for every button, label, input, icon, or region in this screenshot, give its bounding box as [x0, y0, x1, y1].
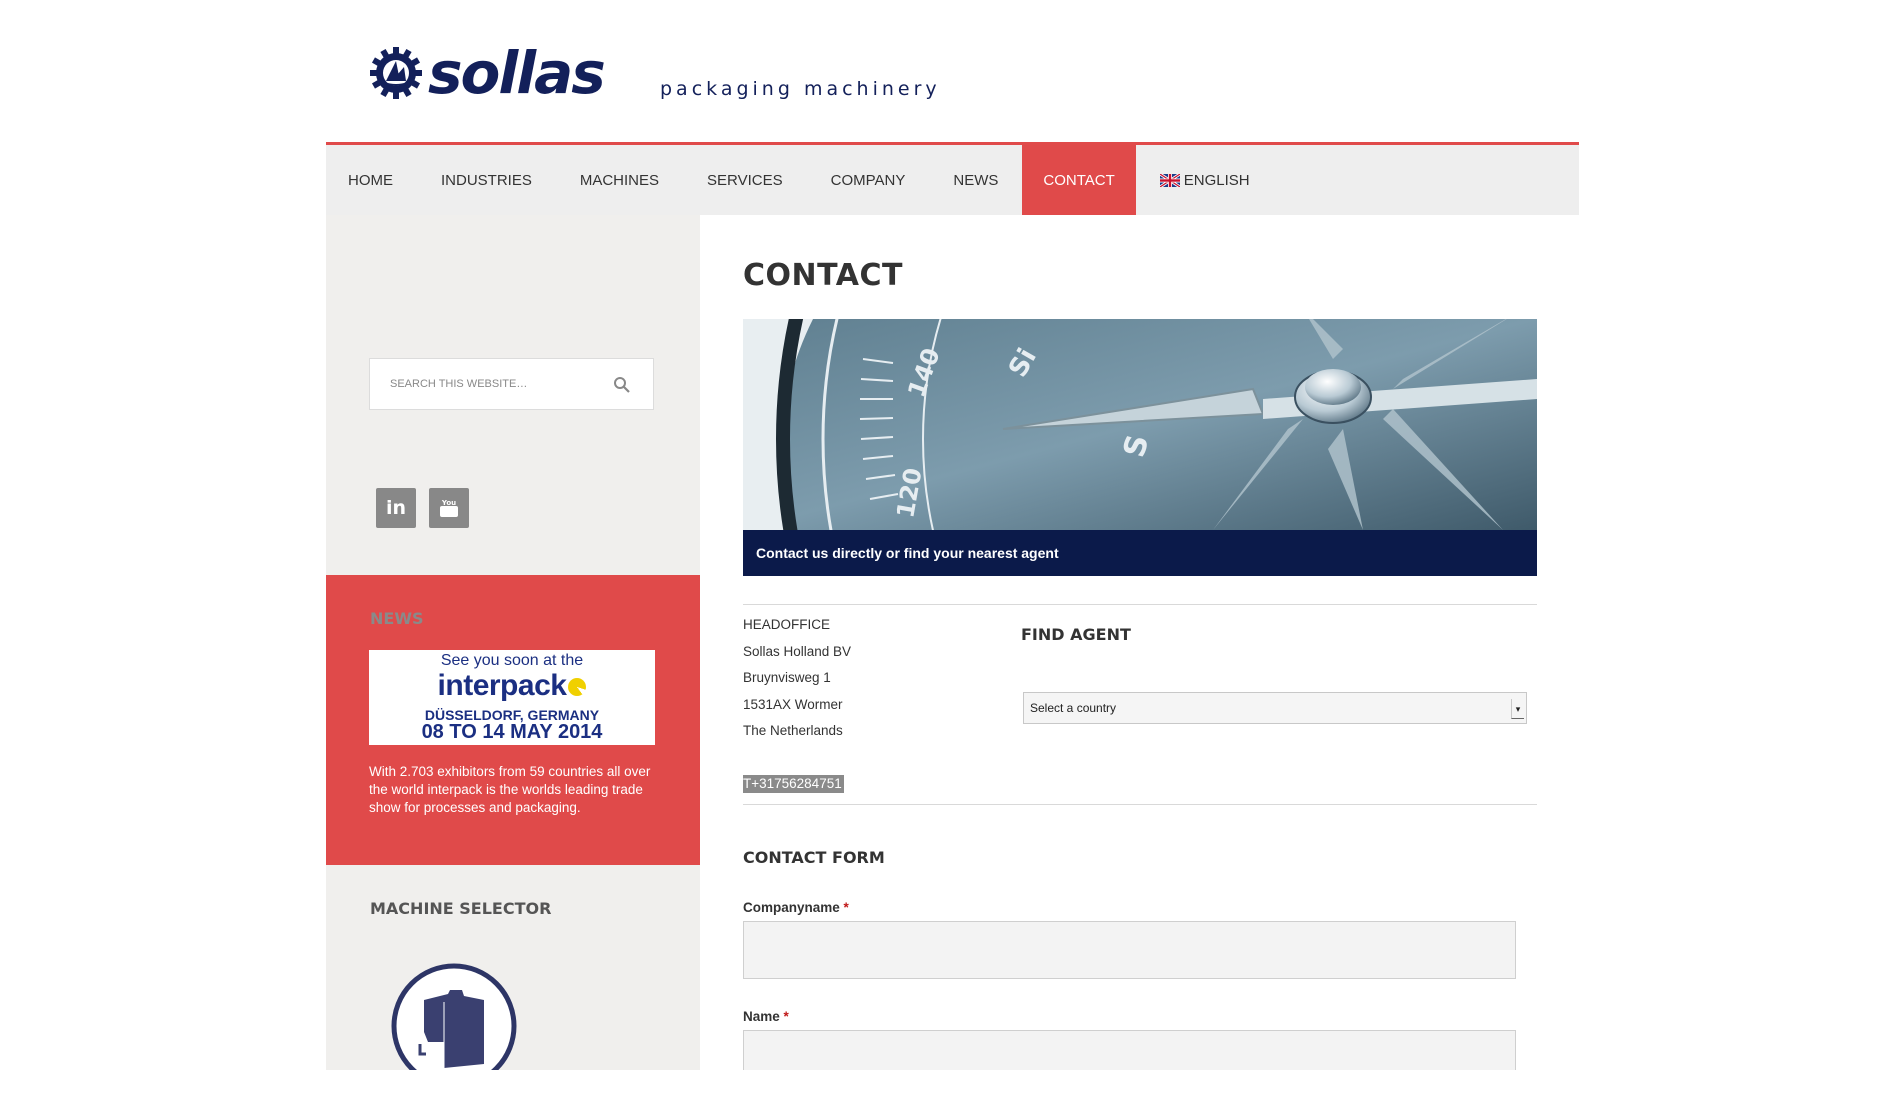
interpack-banner[interactable]: See you soon at the interpack DÜSSELDORF… — [369, 650, 655, 745]
contact-form-title: CONTACT FORM — [743, 848, 885, 867]
address-line: 1531AX Wormer — [743, 696, 843, 712]
companyname-field[interactable] — [743, 921, 1516, 979]
nav-item-contact[interactable]: CONTACT — [1022, 145, 1136, 215]
address-line: Bruynvisweg 1 — [743, 670, 831, 685]
news-title: NEWS — [370, 609, 424, 628]
address-line: Sollas Holland BV — [743, 643, 852, 659]
nav-item-language[interactable]: ENGLISH — [1136, 145, 1274, 215]
search-icon[interactable] — [613, 376, 631, 394]
machine-selector-title: MACHINE SELECTOR — [370, 899, 552, 918]
youtube-icon: You — [440, 499, 458, 517]
nav-item-industries[interactable]: INDUSTRIES — [417, 145, 556, 215]
divider — [743, 604, 1537, 605]
gear-logo-icon — [370, 47, 422, 99]
news-widget: NEWS See you soon at the interpack DÜSSE… — [326, 575, 700, 865]
youtube-button[interactable]: You — [429, 488, 469, 528]
main-nav: HOME INDUSTRIES MACHINES SERVICES COMPAN… — [326, 145, 1579, 215]
headoffice-address: HEADOFFICE Sollas Holland BV Bruynvisweg… — [743, 617, 851, 750]
linkedin-button[interactable]: in — [376, 488, 416, 528]
required-marker: * — [843, 900, 849, 915]
nav-item-company[interactable]: COMPANY — [807, 145, 930, 215]
country-select[interactable]: Select a country ▾ — [1023, 692, 1527, 724]
divider — [743, 804, 1537, 805]
find-agent-title: FIND AGENT — [1021, 625, 1131, 644]
country-select-value: Select a country — [1030, 701, 1117, 715]
nav-item-home[interactable]: HOME — [326, 145, 417, 215]
language-label: ENGLISH — [1183, 171, 1250, 189]
hero-image: 140 120 Si S — [743, 319, 1537, 530]
nav-item-machines[interactable]: MACHINES — [556, 145, 683, 215]
page: sollas packaging machinery HOME INDUSTRI… — [326, 0, 1579, 1070]
page-title: CONTACT — [743, 258, 903, 293]
name-label: Name * — [743, 1009, 789, 1024]
site-logo[interactable]: sollas — [370, 39, 606, 107]
phone-number[interactable]: T+31756284751 — [743, 775, 844, 793]
required-marker: * — [783, 1009, 789, 1024]
hero-caption: Contact us directly or find your nearest… — [743, 530, 1537, 576]
chevron-down-icon: ▾ — [1511, 699, 1524, 719]
logo-wordmark: sollas — [428, 39, 606, 107]
address-line: The Netherlands — [743, 723, 843, 738]
sidebar: in You NEWS See you soon at the interpac… — [326, 215, 700, 1070]
interpack-logo-icon — [568, 678, 587, 697]
banner-brand: interpack — [369, 669, 655, 703]
banner-line1: See you soon at the — [440, 652, 584, 669]
search-box — [369, 358, 654, 410]
main-content: CONTACT 140 120 Si S Contact us directly… — [743, 215, 1549, 1070]
svg-text:You: You — [441, 499, 456, 507]
news-text: With 2.703 exhibitors from 59 countries … — [369, 764, 651, 815]
address-line: HEADOFFICE — [743, 617, 831, 632]
uk-flag-icon — [1159, 173, 1180, 187]
compass-image: 140 120 Si S — [743, 319, 1537, 530]
banner-dates: 08 TO 14 MAY 2014 — [421, 721, 603, 743]
site-header: sollas packaging machinery — [326, 0, 1579, 145]
tagline: packaging machinery — [660, 78, 941, 100]
social-links: in You — [376, 488, 469, 528]
name-field[interactable] — [743, 1030, 1516, 1070]
search-input[interactable] — [388, 377, 612, 391]
linkedin-icon: in — [385, 497, 407, 519]
machine-selector-icon[interactable] — [390, 962, 520, 1070]
nav-item-services[interactable]: SERVICES — [683, 145, 807, 215]
companyname-label: Companyname * — [743, 900, 849, 915]
nav-item-news[interactable]: NEWS — [929, 145, 1022, 215]
